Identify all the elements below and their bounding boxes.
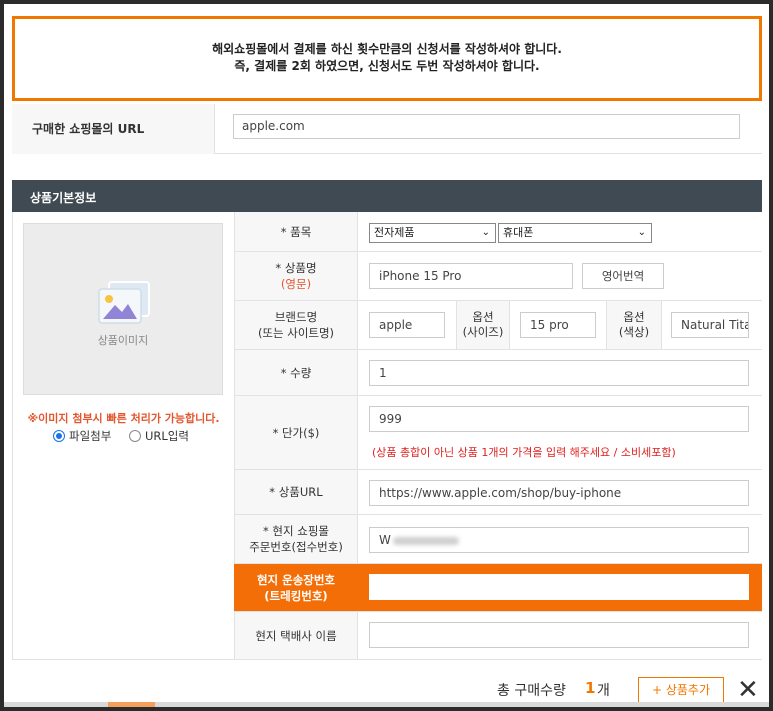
row-tracking-number: 현지 운송장번호 (트레킹번호) <box>234 564 762 612</box>
row-product-name: * 상품명 (영문) iPhone 15 Pro 영어번역 <box>234 252 762 301</box>
option-size-label: 옵션 (사이즈) <box>456 301 510 349</box>
product-image-upload[interactable]: 상품이미지 <box>23 223 223 395</box>
shop-url-input[interactable]: apple.com <box>233 114 740 139</box>
row-unit-price: * 단가($) 999 (상품 총합이 아닌 상품 1개의 가격을 입력 해주세… <box>234 396 762 470</box>
row-order-number: * 현지 쇼핑몰 주문번호(접수번호) W <box>234 515 762 564</box>
horizontal-scrollbar[interactable] <box>4 702 769 707</box>
option-size-input[interactable]: 15 pro <box>520 312 596 338</box>
radio-dot[interactable] <box>128 430 141 442</box>
radio-dot-selected[interactable] <box>53 430 65 442</box>
product-form: * 품목 전자제품 ⌄ 휴대폰 ⌄ * 상품명 (영문) iPhone 15 Pro… <box>234 212 762 660</box>
add-product-button[interactable]: + 상품추가 <box>638 677 724 703</box>
subcategory-select[interactable]: 휴대폰 ⌄ <box>498 223 652 243</box>
product-name-label: * 상품명 (영문) <box>234 252 358 300</box>
chevron-down-icon: ⌄ <box>637 227 646 238</box>
order-number-input[interactable]: W <box>369 527 749 553</box>
section-title: 상품기본정보 <box>12 180 762 212</box>
brand-label: 브랜드명 (또는 사이트명) <box>234 301 358 349</box>
radio-url-input-label: URL입력 <box>144 429 189 443</box>
courier-name-label: 현지 택배사 이름 <box>234 612 358 659</box>
tracking-number-input[interactable] <box>369 574 749 600</box>
row-category: * 품목 전자제품 ⌄ 휴대폰 ⌄ <box>234 212 762 252</box>
image-placeholder-text: 상품이미지 <box>97 334 149 347</box>
quantity-label: * 수량 <box>234 350 358 395</box>
row-courier-name: 현지 택배사 이름 <box>234 612 762 660</box>
redacted-text <box>392 536 459 545</box>
close-icon[interactable]: ✕ <box>737 676 759 704</box>
unit-price-input[interactable]: 999 <box>369 406 749 432</box>
category-label: * 품목 <box>234 212 358 251</box>
chevron-down-icon: ⌄ <box>481 227 490 238</box>
product-url-label: * 상품URL <box>234 470 358 514</box>
row-product-url: * 상품URL https://www.apple.com/shop/buy-i… <box>234 470 762 515</box>
scrollbar-thumb[interactable] <box>108 702 155 707</box>
total-quantity-unit: 개 <box>597 683 610 699</box>
notice-line-2: 즉, 결제를 2회 하였으면, 신청서도 두번 작성하셔야 합니다. <box>234 59 540 73</box>
brand-input[interactable]: apple <box>369 312 445 338</box>
radio-file-attach-label: 파일첨부 <box>69 429 112 443</box>
unit-price-hint: (상품 총합이 아닌 상품 1개의 가격을 입력 해주세요 / 소비세포함) <box>372 446 676 459</box>
product-url-input[interactable]: https://www.apple.com/shop/buy-iphone <box>369 480 749 506</box>
image-icon <box>98 281 150 324</box>
category-select[interactable]: 전자제품 ⌄ <box>369 223 496 243</box>
notice-box: 해외쇼핑몰에서 결제를 하신 횟수만큼의 신청서를 작성하셔야 합니다. 즉, … <box>12 16 762 101</box>
translate-button[interactable]: 영어번역 <box>582 263 664 289</box>
option-color-label: 옵션 (색상) <box>606 301 662 349</box>
image-attach-note: ※이미지 첨부시 빠른 처리가 가능합니다. <box>27 412 220 425</box>
radio-url-input[interactable]: URL입력 <box>128 428 189 444</box>
total-quantity-value: 1 <box>585 679 596 697</box>
unit-price-label: * 단가($) <box>234 396 358 469</box>
shop-url-label: 구매한 쇼핑몰의 URL <box>12 104 215 154</box>
courier-name-input[interactable] <box>369 622 749 648</box>
order-number-label: * 현지 쇼핑몰 주문번호(접수번호) <box>234 515 358 563</box>
quantity-input[interactable]: 1 <box>369 360 749 386</box>
tracking-number-label: 현지 운송장번호 (트레킹번호) <box>234 564 358 611</box>
row-brand-options: 브랜드명 (또는 사이트명) apple 옵션 (사이즈) 15 pro 옵션 … <box>234 301 762 350</box>
product-name-input[interactable]: iPhone 15 Pro <box>369 263 573 289</box>
option-color-input[interactable]: Natural Tita <box>671 312 749 338</box>
image-source-radio-group: 파일첨부 URL입력 <box>53 428 203 444</box>
image-panel: 상품이미지 ※이미지 첨부시 빠른 처리가 가능합니다. 파일첨부 URL입력 <box>12 212 234 660</box>
row-quantity: * 수량 1 <box>234 350 762 396</box>
shop-url-row: 구매한 쇼핑몰의 URL apple.com <box>12 104 762 154</box>
notice-line-1: 해외쇼핑몰에서 결제를 하신 횟수만큼의 신청서를 작성하셔야 합니다. <box>212 42 562 56</box>
radio-file-attach[interactable]: 파일첨부 <box>53 428 111 444</box>
order-form-page: 해외쇼핑몰에서 결제를 하신 횟수만큼의 신청서를 작성하셔야 합니다. 즉, … <box>4 4 769 707</box>
total-quantity-label: 총 구매수량 <box>497 683 566 699</box>
